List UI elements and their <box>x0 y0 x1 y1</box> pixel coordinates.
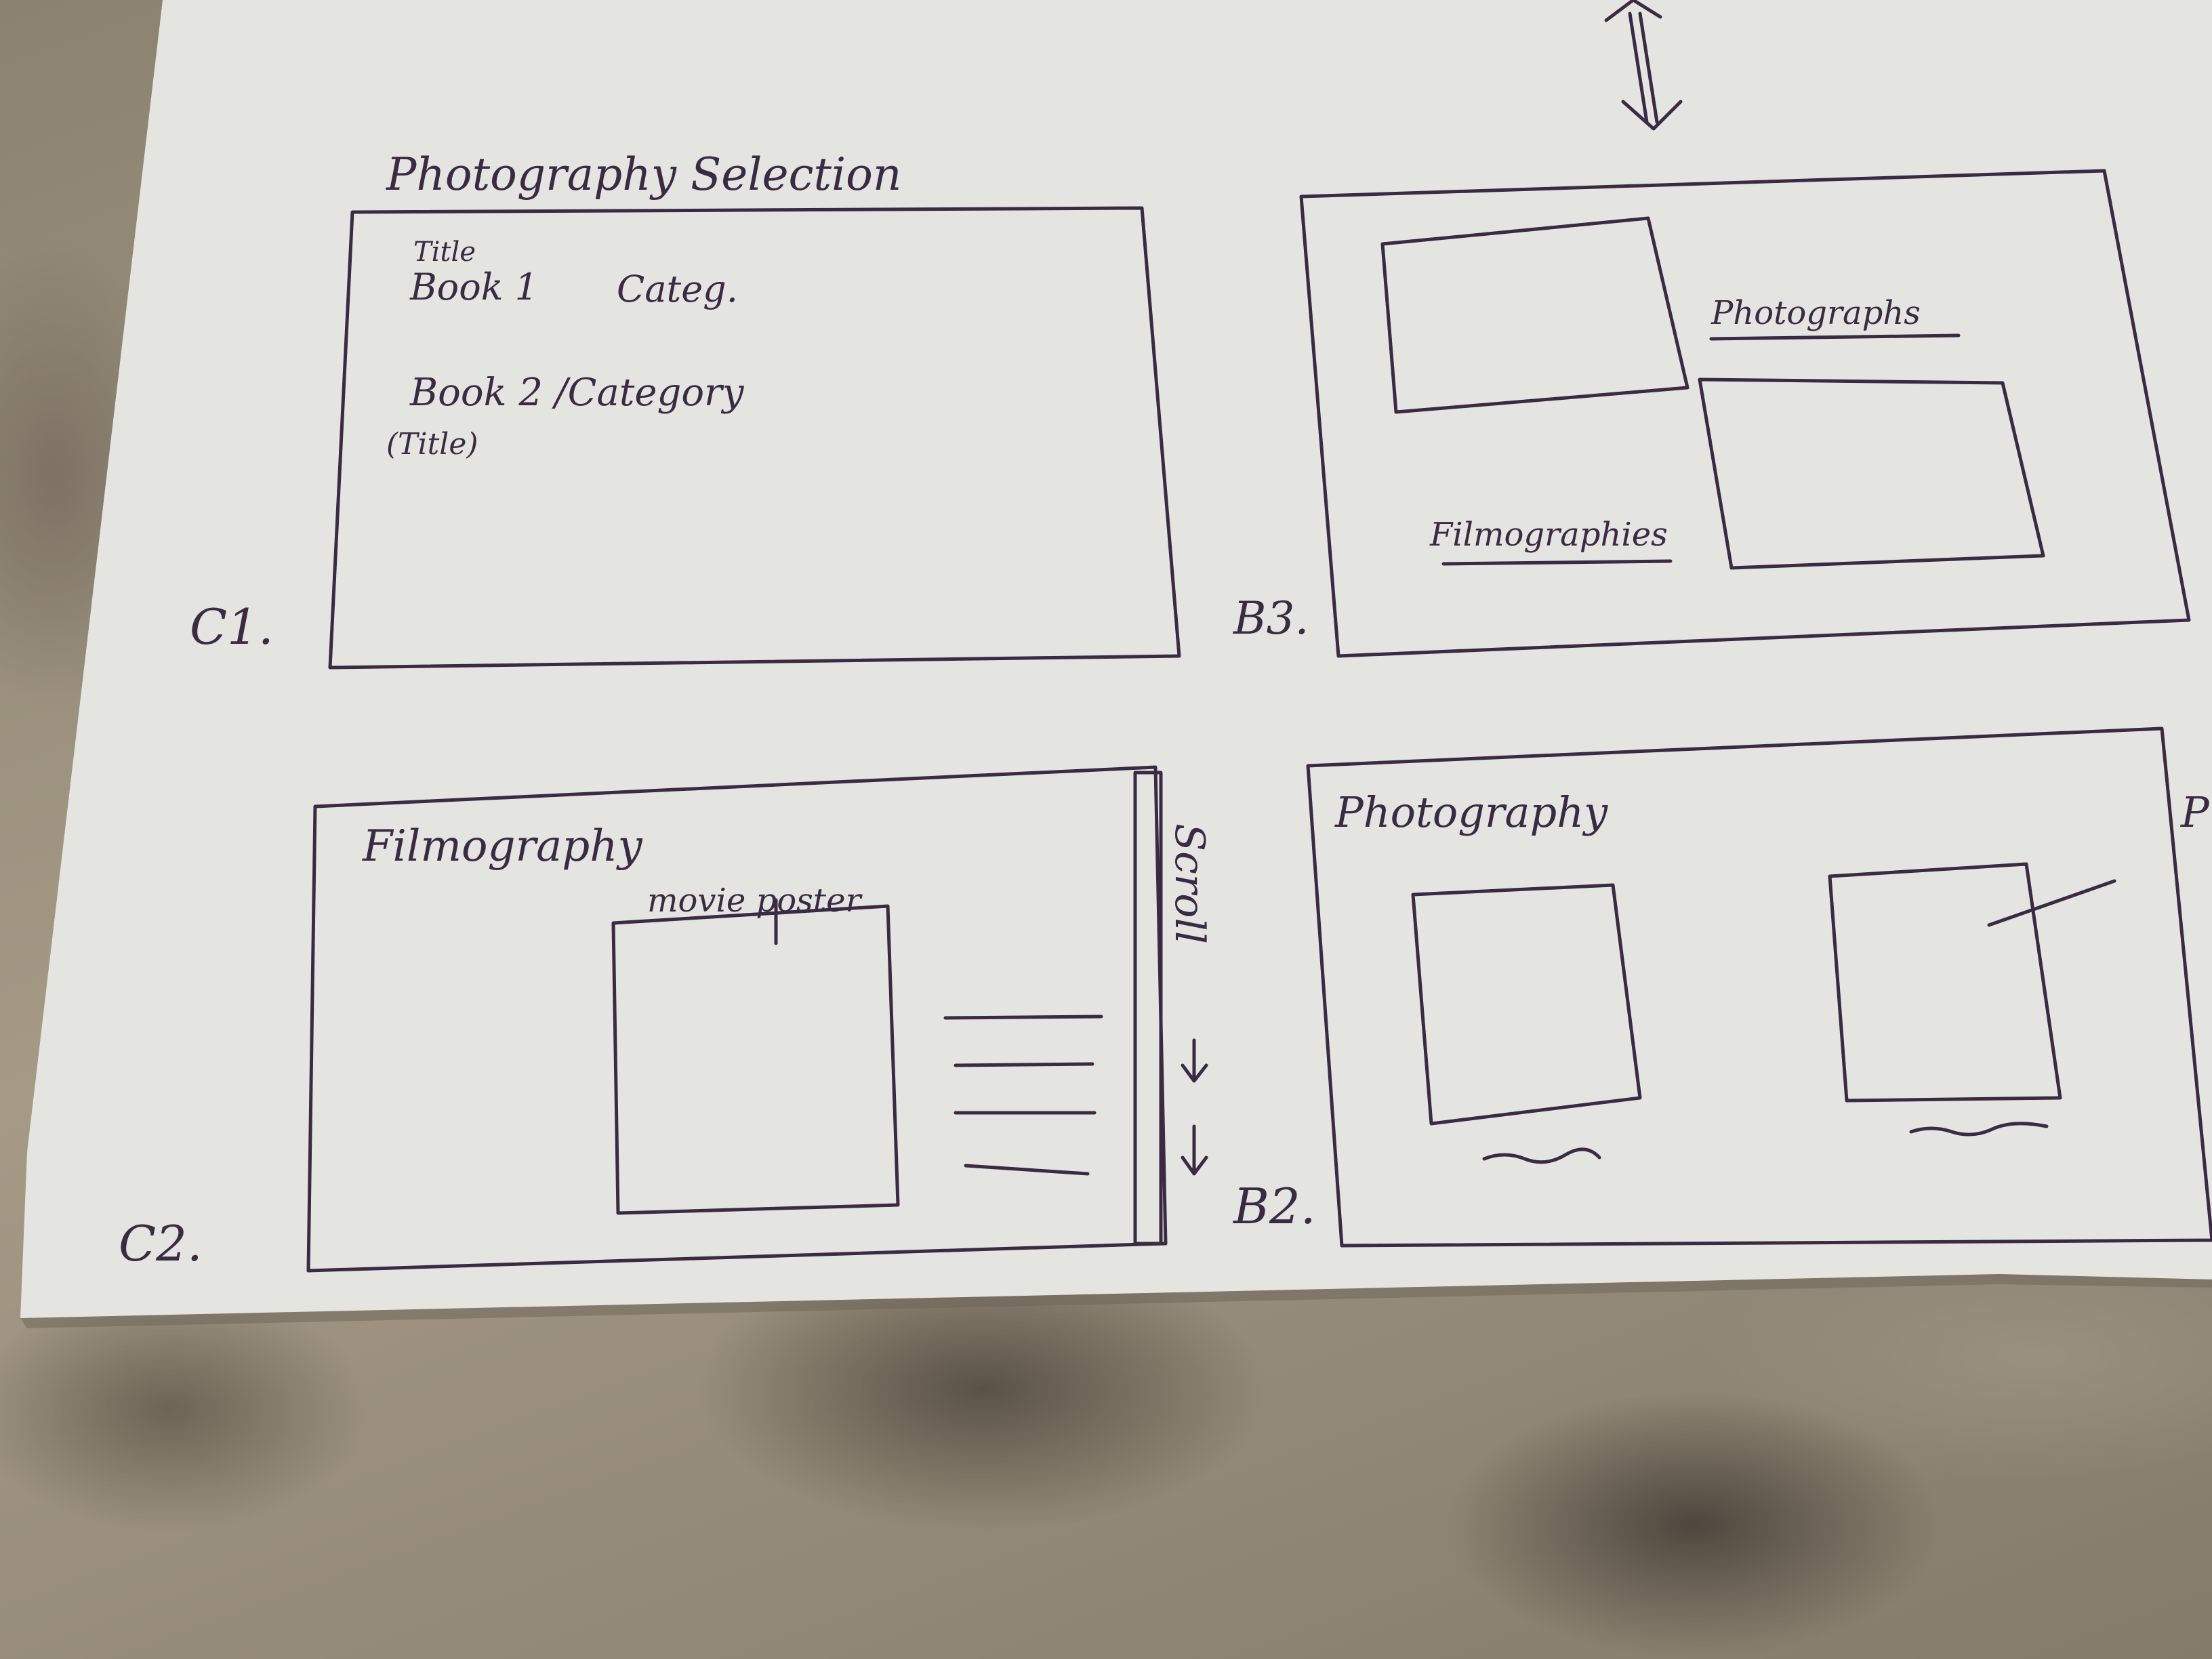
sketch-photo: Photography Selection Title Book 1 Categ… <box>20 0 2212 1328</box>
b2-edge-text: P <box>2180 787 2210 837</box>
b3-label: B3. <box>1233 592 1309 644</box>
c2-heading: Filmography <box>362 821 642 872</box>
paper-sheet <box>20 0 2212 1318</box>
c1-title-note: Title <box>413 237 476 268</box>
c1-label: C1. <box>190 598 274 655</box>
c1-book2: Book 2 /Category <box>409 371 745 415</box>
c1-heading: Photography Selection <box>386 148 901 201</box>
c2-scroll-note: Scroll <box>1166 823 1213 944</box>
c1-book1: Book 1 <box>409 266 538 308</box>
b2-heading: Photography <box>1334 787 1608 837</box>
b3-photographs-label: Photographs <box>1711 294 1921 332</box>
c1-book1-category: Categ. <box>617 268 738 310</box>
c1-title-paren: (Title) <box>386 427 478 462</box>
b2-label: B2. <box>1232 1178 1316 1235</box>
c2-label: C2. <box>119 1215 203 1272</box>
c2-poster-label: movie poster <box>647 882 863 920</box>
b3-filmographies-label: Filmographies <box>1429 516 1668 554</box>
